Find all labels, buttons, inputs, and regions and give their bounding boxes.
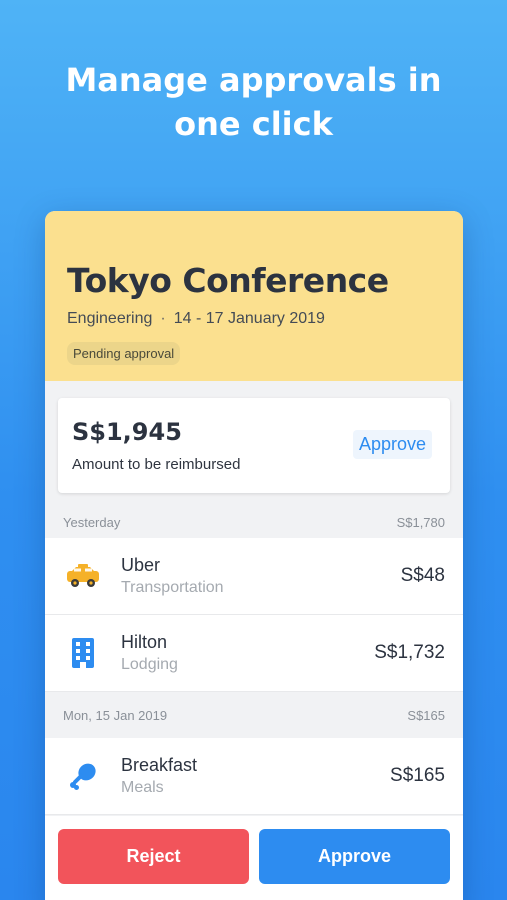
reimbursement-summary: S$1,945 Amount to be reimbursed Approve (58, 398, 450, 493)
expense-item-breakfast[interactable]: Breakfast Meals S$165 (45, 738, 463, 815)
trip-department: Engineering (67, 310, 153, 327)
trip-meta: Engineering · 14 - 17 January 2019 (67, 310, 441, 328)
section-date: Mon, 15 Jan 2019 (63, 707, 168, 723)
section-header-yesterday: Yesterday S$1,780 (45, 506, 463, 538)
action-bar: Reject Approve (45, 816, 463, 900)
approve-button[interactable]: Approve (259, 829, 450, 884)
status-badge: Pending approval (67, 342, 181, 365)
section-header-jan15: Mon, 15 Jan 2019 S$165 (45, 692, 463, 738)
section-total: S$165 (407, 707, 445, 723)
promo-headline-line1: Manage approvals in (65, 61, 442, 99)
trip-header: Tokyo Conference Engineering · 14 - 17 J… (45, 211, 463, 381)
expense-amount: S$1,732 (374, 642, 445, 663)
summary-approve-button[interactable]: Approve (352, 430, 432, 459)
section-date: Yesterday (63, 514, 121, 530)
trip-dates: 14 - 17 January 2019 (173, 310, 325, 327)
drumstick-icon (63, 756, 103, 796)
expense-item-uber[interactable]: Uber Transportation S$48 (45, 538, 463, 615)
expense-amount: S$48 (400, 565, 445, 586)
trip-title: Tokyo Conference (67, 261, 389, 300)
taxi-icon (63, 556, 103, 596)
expense-item-hilton[interactable]: Hilton Lodging S$1,732 (45, 615, 463, 692)
promo-headline: Manage approvals in one click (0, 58, 507, 146)
meta-separator: · (160, 310, 166, 327)
section-total: S$1,780 (396, 514, 445, 530)
trip-card: Tokyo Conference Engineering · 14 - 17 J… (45, 211, 463, 900)
expense-name: Hilton (121, 632, 168, 652)
building-icon (63, 633, 103, 673)
expense-amount: S$165 (390, 765, 445, 786)
expense-category: Meals (121, 779, 164, 796)
expense-name: Uber (121, 555, 161, 575)
expense-name: Breakfast (121, 755, 198, 775)
reject-button[interactable]: Reject (58, 829, 249, 884)
expense-category: Transportation (121, 579, 224, 596)
expense-category: Lodging (121, 656, 178, 673)
promo-headline-line2: one click (174, 105, 333, 143)
